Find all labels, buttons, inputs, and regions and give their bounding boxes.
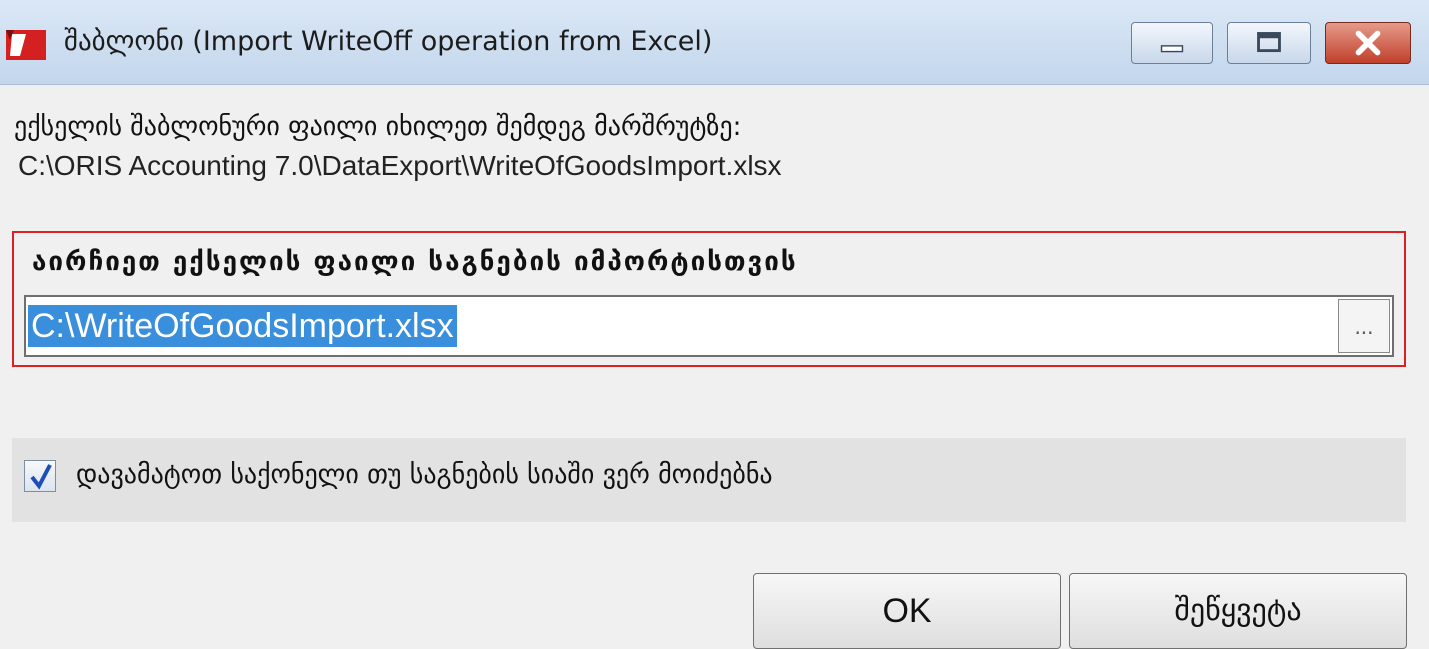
cancel-button[interactable]: შეწყვეტა [1069,573,1407,649]
close-icon [1355,30,1381,56]
title-bar[interactable]: შაბლონი (Import WriteOff operation from … [0,0,1429,85]
file-path-value[interactable]: C:\WriteOfGoodsImport.xlsx [28,305,457,347]
minimize-icon [1160,45,1184,53]
close-button[interactable] [1325,22,1411,64]
minimize-button[interactable] [1131,22,1213,64]
browse-button[interactable]: ... [1338,299,1390,353]
maximize-button[interactable] [1227,22,1311,64]
file-select-label: აირჩიეთ ექსელის ფაილი საგნების იმპორტისთ… [32,247,798,277]
checkmark-icon [30,464,52,490]
import-dialog: შაბლონი (Import WriteOff operation from … [0,0,1429,649]
add-goods-checkbox[interactable] [24,460,56,492]
template-info-text: ექსელის შაბლონური ფაილი იხილეთ შემდეგ მა… [14,112,742,142]
options-panel: დავამატოთ საქონელი თუ საგნების სიაში ვერ… [12,438,1406,522]
add-goods-label[interactable]: დავამატოთ საქონელი თუ საგნების სიაში ვერ… [76,460,773,490]
file-path-input[interactable]: C:\WriteOfGoodsImport.xlsx ... [24,295,1394,357]
app-icon [6,30,46,60]
file-select-group: აირჩიეთ ექსელის ფაილი საგნების იმპორტისთ… [12,231,1406,367]
maximize-icon [1257,32,1281,53]
template-path-text: C:\ORIS Accounting 7.0\DataExport\WriteO… [18,150,782,181]
ok-button[interactable]: OK [753,573,1061,649]
window-title: შაბლონი (Import WriteOff operation from … [64,26,713,57]
